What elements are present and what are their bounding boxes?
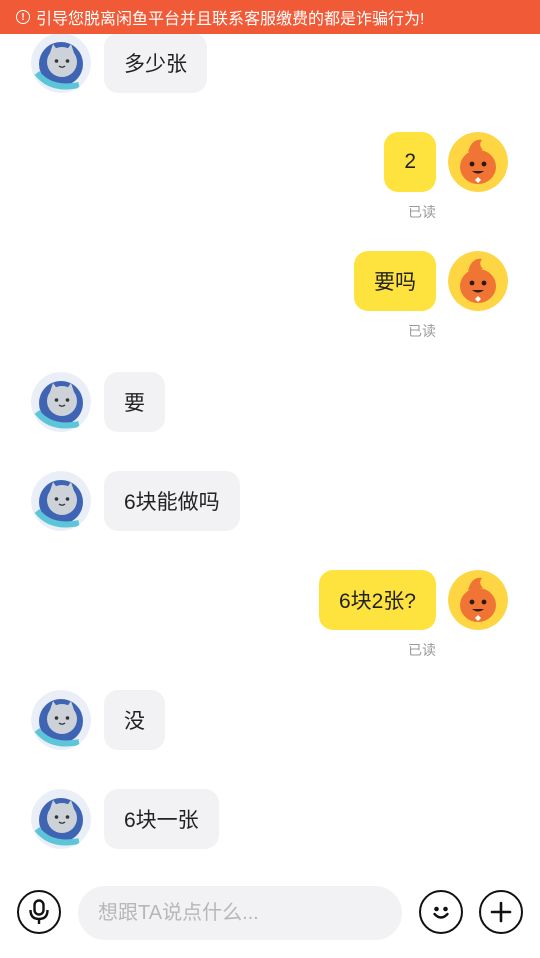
my-avatar[interactable] — [448, 251, 508, 311]
message-bubble[interactable]: 6块2张? — [318, 570, 436, 630]
orange-character-icon — [448, 251, 508, 311]
message-input[interactable] — [78, 886, 402, 940]
warning-text: 引导您脱离闲鱼平台并且联系客服缴费的都是诈骗行为! — [36, 11, 425, 28]
input-bar — [0, 870, 540, 958]
message-bubble[interactable]: 没 — [104, 690, 165, 750]
fraud-warning-banner: ! 引导您脱离闲鱼平台并且联系客服缴费的都是诈骗行为! — [0, 0, 540, 34]
cat-astronaut-icon — [31, 372, 91, 432]
plus-icon — [490, 901, 512, 923]
cat-astronaut-icon — [31, 789, 91, 849]
message-bubble[interactable]: 2 — [384, 132, 436, 192]
message-row: 多少张 — [0, 33, 540, 93]
emoji-button[interactable] — [419, 890, 463, 934]
seller-avatar[interactable] — [31, 372, 91, 432]
my-avatar[interactable] — [448, 570, 508, 630]
voice-button[interactable] — [17, 890, 61, 934]
read-status: 已读 — [408, 323, 436, 339]
message-bubble[interactable]: 要 — [104, 372, 165, 432]
alert-circle-icon: ! — [16, 10, 30, 24]
seller-avatar[interactable] — [31, 690, 91, 750]
seller-avatar[interactable] — [31, 33, 91, 93]
more-button[interactable] — [479, 890, 523, 934]
read-status: 已读 — [408, 204, 436, 220]
orange-character-icon — [448, 132, 508, 192]
cat-astronaut-icon — [31, 33, 91, 93]
orange-character-icon — [448, 570, 508, 630]
microphone-icon — [29, 899, 49, 924]
cat-astronaut-icon — [31, 690, 91, 750]
message-row: 要 — [0, 372, 540, 432]
my-avatar[interactable] — [448, 132, 508, 192]
emoji-icon — [433, 906, 449, 919]
message-bubble[interactable]: 6块一张 — [104, 789, 219, 849]
message-row: 2 已读 — [0, 132, 540, 220]
message-row: 6块一张 — [0, 789, 540, 849]
message-row: 6块2张? 已读 — [0, 570, 540, 658]
message-bubble[interactable]: 6块能做吗 — [104, 471, 240, 531]
cat-astronaut-icon — [31, 471, 91, 531]
message-row: 没 — [0, 690, 540, 750]
seller-avatar[interactable] — [31, 471, 91, 531]
message-bubble[interactable]: 多少张 — [104, 33, 207, 93]
message-row: 要吗 已读 — [0, 251, 540, 339]
message-bubble[interactable]: 要吗 — [354, 251, 436, 311]
chat-thread: 多少张 2 已读 要吗 已读 要 6块能做吗 6块2张? 已读 没 6块一张 — [0, 0, 540, 870]
read-status: 已读 — [408, 642, 436, 658]
message-row: 6块能做吗 — [0, 471, 540, 531]
seller-avatar[interactable] — [31, 789, 91, 849]
